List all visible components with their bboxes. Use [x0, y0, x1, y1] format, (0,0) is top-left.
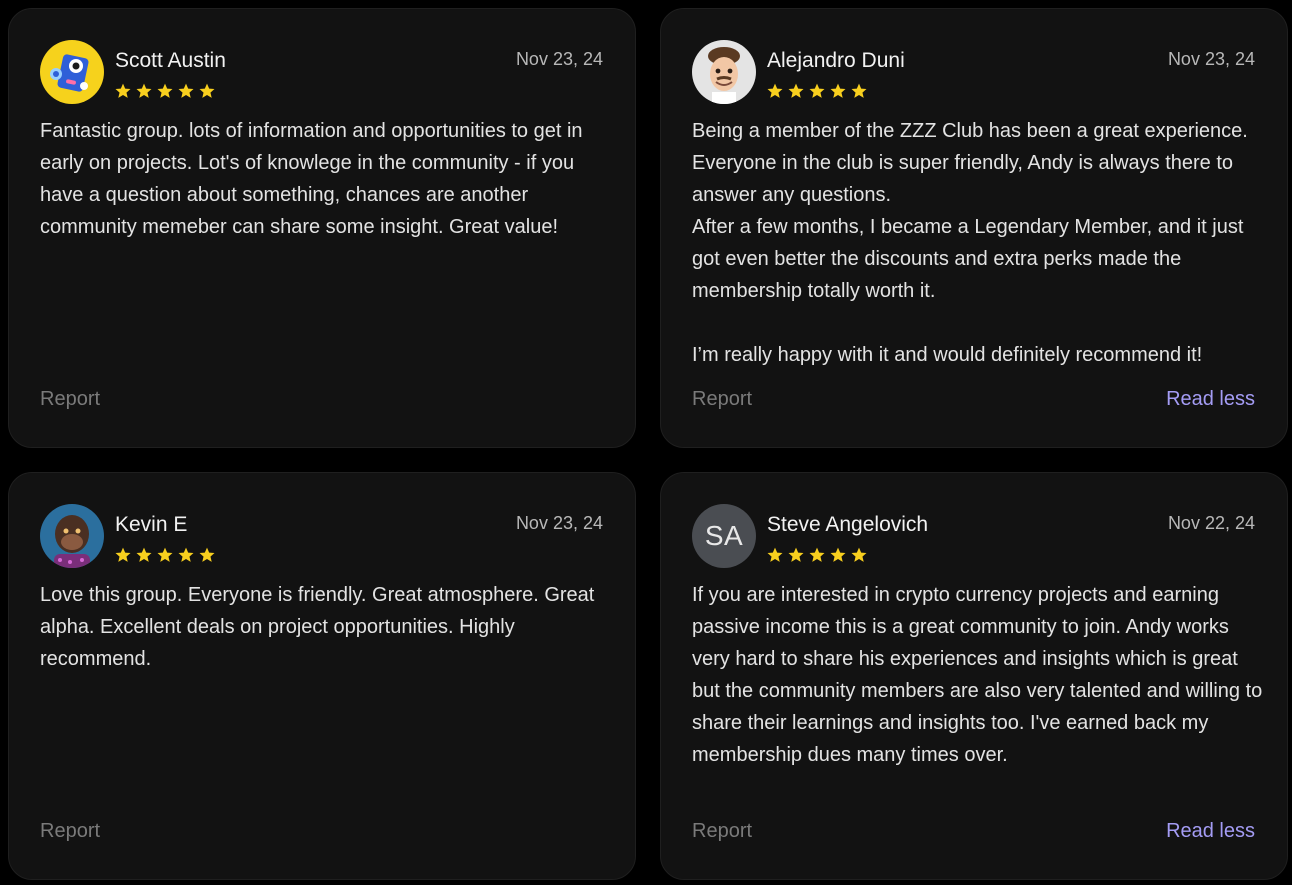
report-link[interactable]: Report — [692, 820, 752, 843]
star-icon — [809, 547, 825, 562]
star-icon — [199, 83, 215, 98]
review-text: Being a member of the ZZZ Club has been … — [692, 120, 1248, 366]
review-date: Nov 23, 24 — [515, 513, 603, 533]
star-icon — [115, 547, 131, 562]
review-card: Alejandro Duni Nov 23, 24 Being a member… — [660, 8, 1288, 448]
star-icon — [199, 547, 215, 562]
review-card: Scott Austin Nov 23, 24 Fantastic group.… — [8, 8, 636, 448]
report-link[interactable]: Report — [40, 388, 100, 411]
reviewer-name: Kevin E — [115, 513, 188, 536]
star-icon — [157, 83, 173, 98]
star-rating — [114, 546, 216, 564]
star-icon — [788, 547, 804, 562]
review-date: Nov 23, 24 — [515, 49, 603, 69]
review-text: If you are interested in crypto currency… — [692, 584, 1263, 766]
star-icon — [830, 83, 846, 98]
initials-avatar: SA — [692, 504, 756, 568]
memoji-avatar — [692, 40, 756, 104]
star-icon — [157, 547, 173, 562]
star-icon — [767, 83, 783, 98]
review-card: SA Steve Angelovich Nov 22, 24 If you ar… — [660, 472, 1288, 880]
star-rating — [114, 82, 216, 100]
review-text: Love this group. Everyone is friendly. G… — [40, 584, 595, 670]
reviewer-name: Alejandro Duni — [767, 49, 905, 72]
star-rating — [766, 82, 868, 100]
star-icon — [178, 547, 194, 562]
star-icon — [767, 547, 783, 562]
star-rating — [766, 546, 868, 564]
read-less-link[interactable]: Read less — [1166, 388, 1255, 411]
read-less-link[interactable]: Read less — [1166, 820, 1255, 843]
star-icon — [136, 547, 152, 562]
star-icon — [851, 547, 867, 562]
star-icon — [788, 83, 804, 98]
star-icon — [851, 83, 867, 98]
star-icon — [809, 83, 825, 98]
star-icon — [115, 83, 131, 98]
review-text: Fantastic group. lots of information and… — [40, 120, 583, 238]
robot-avatar — [40, 40, 104, 104]
review-card: Kevin E Nov 23, 24 Love this group. Ever… — [8, 472, 636, 880]
star-icon — [136, 83, 152, 98]
review-date: Nov 23, 24 — [1167, 49, 1255, 69]
star-icon — [178, 83, 194, 98]
star-icon — [830, 547, 846, 562]
review-date: Nov 22, 24 — [1167, 513, 1255, 533]
ape-avatar — [40, 504, 104, 568]
report-link[interactable]: Report — [692, 388, 752, 411]
reviewer-name: Scott Austin — [115, 49, 226, 72]
reviewer-name: Steve Angelovich — [767, 513, 929, 536]
report-link[interactable]: Report — [40, 820, 100, 843]
